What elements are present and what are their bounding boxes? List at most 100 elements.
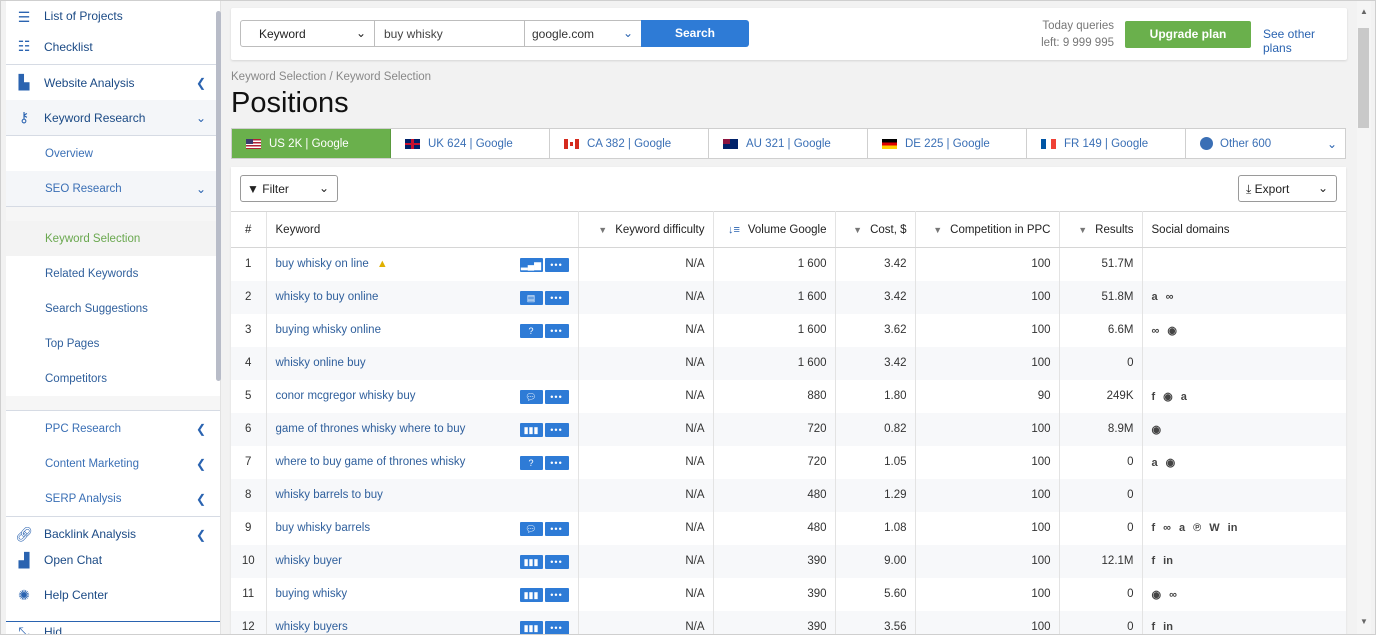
serp-feature-icon[interactable]: ▂▄▆: [519, 258, 543, 272]
sidebar-item-help-center[interactable]: ✺ Help Center: [6, 569, 220, 621]
sidebar-item-keyword-research[interactable]: ⚷ Keyword Research ⌄: [6, 100, 220, 135]
keyword-link[interactable]: where to buy game of thrones whisky: [276, 456, 466, 468]
search-input[interactable]: buy whisky: [374, 20, 525, 47]
tab-region-au[interactable]: AU 321 | Google: [709, 129, 868, 158]
col-difficulty[interactable]: ▼ Keyword difficulty: [578, 211, 714, 248]
sidebar-scrollbar[interactable]: [216, 11, 221, 381]
more-icon[interactable]: •••: [544, 554, 569, 569]
col-keyword[interactable]: Keyword: [265, 211, 579, 248]
social-domain-icon[interactable]: W: [1209, 522, 1219, 534]
more-icon[interactable]: •••: [544, 258, 569, 272]
keyword-link[interactable]: conor mcgregor whisky buy: [276, 390, 416, 402]
serp-features[interactable]: 💬︎ •••: [519, 389, 569, 404]
keyword-link[interactable]: whisky barrels to buy: [276, 489, 383, 501]
social-domain-icon[interactable]: a: [1152, 457, 1158, 469]
keyword-link[interactable]: buy whisky on line: [276, 258, 369, 270]
keyword-link[interactable]: whisky buyers: [276, 621, 348, 633]
serp-features[interactable]: ? •••: [519, 323, 569, 338]
keyword-link[interactable]: buy whisky barrels: [276, 522, 371, 534]
social-domain-icon[interactable]: ∞: [1166, 291, 1174, 303]
scrollbar-thumb[interactable]: [1358, 28, 1369, 128]
social-domain-icon[interactable]: f: [1152, 621, 1156, 633]
keyword-link[interactable]: buying whisky: [276, 588, 348, 600]
serp-feature-icon[interactable]: 💬︎: [519, 389, 543, 404]
more-icon[interactable]: •••: [544, 290, 569, 305]
more-icon[interactable]: •••: [544, 587, 569, 602]
tab-region-ca[interactable]: CA 382 | Google: [550, 129, 709, 158]
more-icon[interactable]: •••: [544, 323, 569, 338]
keyword-link[interactable]: whisky online buy: [276, 357, 366, 369]
social-domain-icon[interactable]: ∞: [1152, 325, 1160, 337]
serp-features[interactable]: ? •••: [519, 455, 569, 470]
social-domain-icon[interactable]: ◉: [1163, 390, 1173, 403]
social-domain-icon[interactable]: in: [1163, 621, 1173, 633]
more-icon[interactable]: •••: [544, 521, 569, 536]
serp-features[interactable]: ▤ •••: [519, 290, 569, 305]
tab-region-de[interactable]: DE 225 | Google: [868, 129, 1027, 158]
serp-feature-icon[interactable]: ▮▮▮: [519, 554, 543, 569]
more-icon[interactable]: •••: [544, 422, 569, 437]
serp-feature-icon[interactable]: 💬︎: [519, 521, 543, 536]
serp-features[interactable]: ▂▄▆ •••: [519, 258, 569, 272]
database-select[interactable]: google.com ⌄: [524, 20, 642, 47]
more-icon[interactable]: •••: [544, 620, 569, 634]
keyword-link[interactable]: whisky buyer: [276, 555, 342, 567]
col-results[interactable]: ▼ Results: [1059, 211, 1143, 248]
social-domain-icon[interactable]: f: [1152, 522, 1156, 534]
serp-features[interactable]: ▮▮▮ •••: [519, 620, 569, 634]
social-domain-icon[interactable]: ◉: [1152, 423, 1162, 436]
tab-region-uk[interactable]: UK 624 | Google: [391, 129, 550, 158]
col-cost[interactable]: ▼ Cost, $: [835, 211, 916, 248]
search-type-select[interactable]: Keyword ⌄: [240, 20, 375, 47]
sidebar-item-content-marketing[interactable]: Content Marketing ❮: [6, 446, 220, 481]
more-icon[interactable]: •••: [544, 389, 569, 404]
social-domain-icon[interactable]: f: [1152, 555, 1156, 567]
sidebar-item-projects[interactable]: ☰ List of Projects: [6, 1, 220, 29]
serp-feature-icon[interactable]: ▮▮▮: [519, 422, 543, 437]
sidebar-item-search-suggestions[interactable]: Search Suggestions: [6, 291, 220, 326]
sidebar-item-top-pages[interactable]: Top Pages: [6, 326, 220, 361]
sidebar-item-keyword-selection[interactable]: Keyword Selection: [6, 221, 220, 256]
tab-region-us[interactable]: US 2K | Google: [232, 129, 391, 158]
export-button[interactable]: ⤓ Export ⌄: [1238, 175, 1337, 202]
keyword-link[interactable]: buying whisky online: [276, 324, 381, 336]
col-competition[interactable]: ▼ Competition in PPC: [915, 211, 1060, 248]
serp-feature-icon[interactable]: ▮▮▮: [519, 620, 543, 634]
sidebar-item-checklist[interactable]: ☷ Checklist: [6, 29, 220, 64]
scroll-down-icon[interactable]: ▼: [1360, 617, 1368, 626]
tab-region-other[interactable]: Other 600 ⌄: [1186, 129, 1345, 158]
sidebar-item-seo-research[interactable]: SEO Research ⌄: [6, 171, 220, 206]
social-domain-icon[interactable]: in: [1163, 555, 1173, 567]
sidebar-item-related-keywords[interactable]: Related Keywords: [6, 256, 220, 291]
social-domain-icon[interactable]: ◉: [1152, 588, 1162, 601]
filter-button[interactable]: ▼ Filter ⌄: [240, 175, 338, 202]
sidebar-item-hidden[interactable]: ⤡ Hid...: [6, 622, 220, 635]
col-volume[interactable]: ↓≡ Volume Google: [713, 211, 836, 248]
tab-region-fr[interactable]: FR 149 | Google: [1027, 129, 1186, 158]
more-icon[interactable]: •••: [544, 455, 569, 470]
social-domain-icon[interactable]: a: [1179, 522, 1185, 534]
sidebar-item-overview[interactable]: Overview: [6, 136, 220, 171]
sidebar-item-serp-analysis[interactable]: SERP Analysis ❮: [6, 481, 220, 516]
keyword-link[interactable]: game of thrones whisky where to buy: [276, 423, 466, 435]
sidebar-item-ppc-research[interactable]: PPC Research ❮: [6, 411, 220, 446]
keyword-link[interactable]: whisky to buy online: [276, 291, 379, 303]
sidebar-item-website-analysis[interactable]: ▙ Website Analysis ❮: [6, 65, 220, 100]
serp-features[interactable]: 💬︎ •••: [519, 521, 569, 536]
serp-feature-icon[interactable]: ▤: [519, 290, 543, 305]
upgrade-plan-button[interactable]: Upgrade plan: [1125, 21, 1251, 48]
page-scrollbar[interactable]: ▲ ▼: [1357, 1, 1371, 634]
scroll-up-icon[interactable]: ▲: [1360, 7, 1368, 16]
social-domain-icon[interactable]: ℗: [1193, 522, 1201, 534]
see-other-plans-link[interactable]: See other plans: [1263, 27, 1347, 55]
sidebar-item-backlink-analysis[interactable]: 🔗︎ Backlink Analysis ❮: [6, 517, 220, 551]
social-domain-icon[interactable]: f: [1152, 391, 1156, 403]
social-domain-icon[interactable]: a: [1152, 291, 1158, 303]
social-domain-icon[interactable]: in: [1228, 522, 1238, 534]
sidebar-item-competitors[interactable]: Competitors: [6, 361, 220, 396]
social-domain-icon[interactable]: ◉: [1166, 456, 1176, 469]
serp-features[interactable]: ▮▮▮ •••: [519, 422, 569, 437]
serp-feature-icon[interactable]: ?: [519, 323, 543, 338]
serp-features[interactable]: ▮▮▮ •••: [519, 554, 569, 569]
social-domain-icon[interactable]: a: [1181, 391, 1187, 403]
